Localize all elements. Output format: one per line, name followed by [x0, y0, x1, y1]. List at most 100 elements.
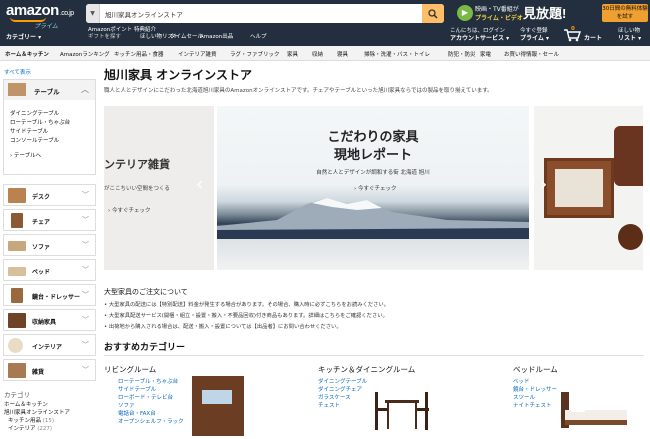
category-link[interactable]: サイドテーブル	[118, 386, 184, 394]
slide-main-title2: 現地レポート	[333, 148, 412, 163]
gift-link[interactable]: ギフトを探す	[88, 34, 121, 41]
category-link[interactable]: 電話台・FAX台	[118, 410, 184, 418]
notice-line: • 大型家具の配送には【特別配送】料金が発生する場合があります。その場合、購入時…	[104, 302, 390, 308]
notice-heading: 大型家具のご注文について	[104, 288, 188, 296]
chevron-up-icon: ︿	[81, 85, 89, 94]
help-link[interactable]: ヘルプ	[250, 34, 267, 41]
side-card-chair[interactable]: チェア ﹀	[3, 209, 96, 231]
cart-label-text: カート	[584, 35, 603, 42]
category-link[interactable]: ソファ	[118, 402, 184, 410]
see-all-link[interactable]: すべて表示	[4, 68, 31, 76]
carousel-next-arrow-icon[interactable]: ›	[540, 174, 547, 195]
points-link[interactable]: Amazonポイント 特典紹介	[88, 27, 156, 34]
search-category-select[interactable]: ▼	[86, 4, 100, 23]
category-bedroom: ベッドルーム ベッド 鏡台・ドレッサー スツール ナイトチェスト	[513, 364, 650, 428]
category-link[interactable]: ローテーブル・ちゃぶ台	[118, 378, 184, 386]
side-card-storage[interactable]: 収納家具 ﹀	[3, 309, 96, 331]
chevron-down-icon: ﹀	[82, 366, 89, 374]
mountain-illustration	[217, 198, 529, 239]
category-links: ローテーブル・ちゃぶ台 サイドテーブル ローボード・テレビ台 ソファ 電話台・F…	[118, 378, 184, 426]
subnav-kitchen[interactable]: キッチン用品・食器	[114, 50, 164, 58]
play-icon: ▶	[457, 5, 473, 21]
subnav-cleaning[interactable]: 掃除・洗濯・バス・トイレ	[364, 50, 430, 58]
table-header[interactable]: テーブル ︿	[4, 80, 95, 100]
chevron-down-icon: ﹀	[82, 191, 89, 199]
category-link[interactable]: チェスト	[318, 402, 367, 410]
bed-product-image	[561, 392, 627, 428]
banner-line2: プライム・ビデオ	[475, 15, 523, 22]
category-link[interactable]: ダイニングチェア	[318, 386, 367, 394]
side-card-label: ソファ	[32, 244, 51, 251]
category-link[interactable]: ベッド	[513, 378, 557, 386]
slide-main-link[interactable]: › 今すぐチェック	[354, 184, 396, 192]
category-link[interactable]: ナイトチェスト	[513, 402, 557, 410]
table-more-link[interactable]: › テーブルへ	[10, 152, 70, 161]
subnav-bedding[interactable]: 寝具	[337, 50, 348, 58]
category-links: ホーム＆キッチン 旭川家具オンラインストア キッチン用品 (15) インテリア …	[4, 401, 70, 433]
category-link[interactable]: 鏡台・ドレッサー	[513, 386, 557, 394]
table-sub-console[interactable]: コンソールテーブル	[10, 137, 70, 146]
carousel-slide-right[interactable]	[534, 106, 643, 270]
subnav-home-kitchen[interactable]: ホーム＆キッチン	[5, 50, 49, 58]
subnav-storage[interactable]: 収納	[312, 50, 323, 58]
dining-product-image	[375, 392, 429, 430]
side-card-dresser[interactable]: 鏡台・ドレッサー ﹀	[3, 284, 96, 306]
subnav-furniture[interactable]: 家具	[287, 50, 298, 58]
cat-sub-interior[interactable]: インテリア (227)	[4, 425, 70, 433]
category-link[interactable]: オープンシェルフ・ラック	[118, 418, 184, 426]
table-sub-dining[interactable]: ダイニングテーブル	[10, 110, 70, 119]
cat-sub-kitchen[interactable]: キッチン用品 (15)	[4, 417, 70, 425]
amazon-logo[interactable]: amazon.co.jp	[6, 2, 74, 22]
subnav-security[interactable]: 防犯・防災	[448, 50, 476, 58]
side-card-label: インテリア	[32, 344, 63, 351]
category-menu[interactable]: カテゴリー ▾	[6, 34, 41, 42]
carousel-prev-arrow-icon[interactable]: ‹	[196, 174, 203, 195]
stand-product-image	[618, 224, 643, 250]
subnav-rug[interactable]: ラグ・ファブリック	[230, 50, 280, 58]
side-card-interior[interactable]: インテリア ﹀	[3, 334, 96, 356]
carousel-slide-main[interactable]: こだわりの家具 現地レポート 自然と人とデザインが調和する街 北海道 旭川 › …	[217, 106, 529, 270]
timesale-link[interactable]: タイムセール	[170, 34, 203, 41]
slide-left-link[interactable]: › 今すぐチェック	[108, 206, 150, 214]
cat-home-kitchen[interactable]: ホーム＆キッチン	[4, 401, 70, 409]
prime-video-banner[interactable]: ▶ 映画・TV番組が プライム・ビデオ 見放題! 30日間の無料体験を試す	[455, 2, 650, 24]
subnav-appliances[interactable]: 家電	[480, 50, 491, 58]
category-kitchen-dining: キッチン＆ダイニングルーム ダイニングテーブル ダイニングチェア ガラスケース …	[318, 364, 488, 430]
side-card-desk[interactable]: デスク ﹀	[3, 184, 96, 206]
slide-main-title1: こだわりの家具	[327, 130, 419, 145]
subnav-ranking[interactable]: Amazonランキング	[60, 50, 110, 58]
side-card-bed[interactable]: ベッド ﹀	[3, 259, 96, 281]
cart-label: カート	[584, 35, 602, 43]
search-input[interactable]	[102, 4, 412, 23]
category-link[interactable]: スツール	[513, 394, 557, 402]
category-link[interactable]: ローボード・テレビ台	[118, 394, 184, 402]
lists-bottom: リスト ▾	[618, 35, 641, 43]
table-title: テーブル	[34, 88, 60, 96]
subnav-deals[interactable]: お買い得情報・セール	[504, 50, 559, 58]
side-card-sofa[interactable]: ソファ ﹀	[3, 234, 96, 256]
sell-link[interactable]: Amazon出品	[200, 34, 233, 41]
hero-carousel: ンテリア雑貨 がここちいい空間をつくる › 今すぐチェック こだわりの家具 現地…	[104, 106, 643, 270]
subnav-interior[interactable]: インテリア雑貨	[178, 50, 217, 58]
table-sub-side[interactable]: サイドテーブル	[10, 128, 70, 137]
cat-asahikawa[interactable]: 旭川家具オンラインストア	[4, 409, 70, 417]
side-card-goods[interactable]: 雑貨 ﹀	[3, 359, 96, 381]
category-title[interactable]: キッチン＆ダイニングルーム	[318, 364, 488, 375]
cart-count: 0	[571, 26, 575, 32]
category-title[interactable]: ベッドルーム	[513, 364, 650, 375]
category-menu-label: カテゴリー ▾	[6, 34, 42, 41]
search-button[interactable]	[422, 4, 444, 23]
account-greeting: こんにちは、ログイン	[450, 28, 506, 34]
page-title: 旭川家具 オンラインストア	[104, 68, 252, 82]
free-trial-button[interactable]: 30日間の無料体験を試す	[602, 4, 648, 22]
chevron-down-icon: ﹀	[82, 241, 89, 249]
table-sub-low[interactable]: ローテーブル・ちゃぶ台	[10, 119, 70, 128]
clock-icon	[8, 338, 23, 353]
category-title[interactable]: リビングルーム	[104, 364, 274, 375]
category-link[interactable]: ガラスケース	[318, 394, 367, 402]
category-link[interactable]: ダイニングテーブル	[318, 378, 367, 386]
notice-line-text: 出荷地から購入される場合は、配送・搬入・設置については【出品者】にお問い合わせく…	[108, 324, 342, 330]
notice-line: • 大型家具配送サービス(開梱・組立・設置・搬入・不要品回収)付き商品もあります…	[104, 313, 388, 319]
cat-sub-label: キッチン用品	[8, 418, 42, 424]
slide-main-sub: 自然と人とデザインが調和する街 北海道 旭川	[316, 170, 430, 176]
